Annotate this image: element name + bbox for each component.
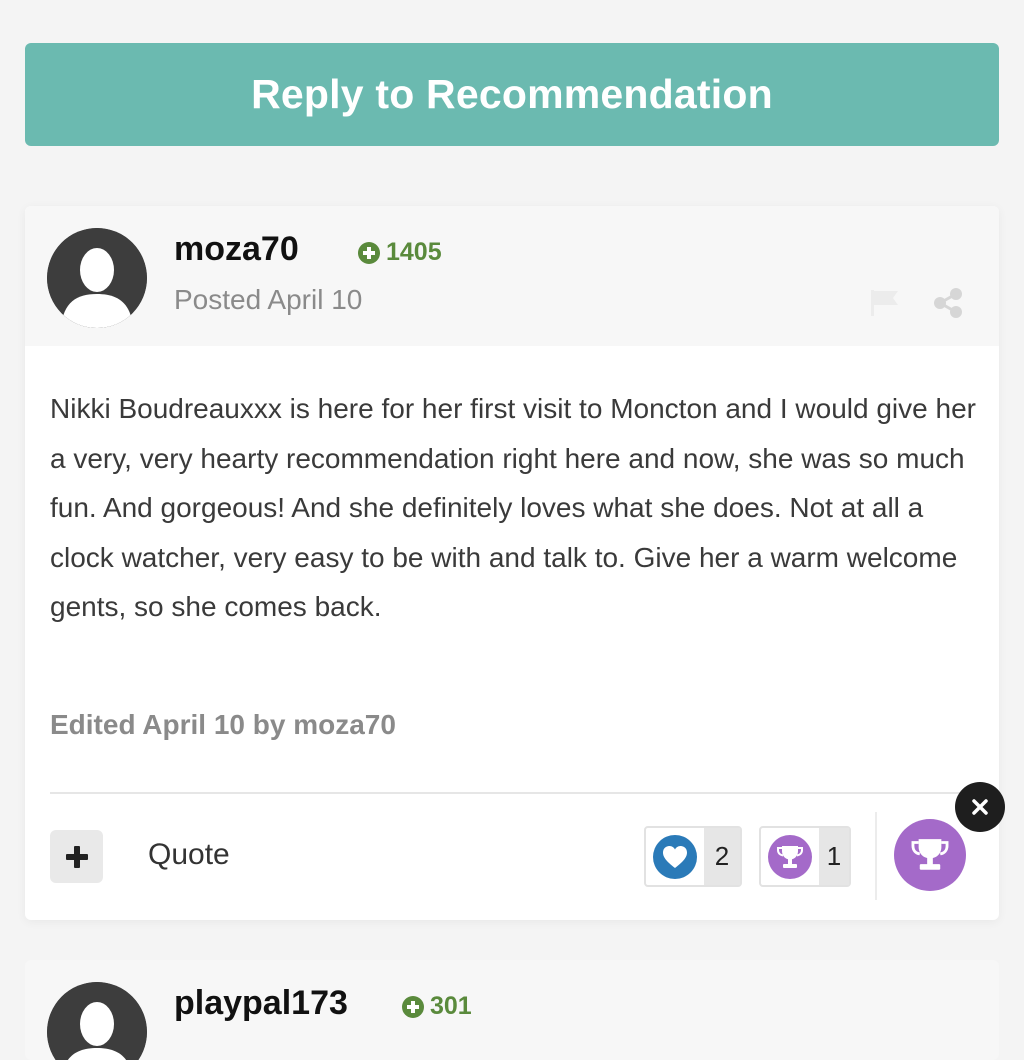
plus-circle-icon	[358, 241, 380, 264]
avatar[interactable]	[47, 228, 147, 328]
reaction-count: 1	[819, 828, 849, 885]
post-content: Nikki Boudreauxxx is here for her first …	[50, 393, 976, 622]
reputation-count: 1405	[386, 238, 442, 266]
edited-note: Edited April 10 by moza70	[50, 709, 396, 740]
close-icon	[972, 799, 988, 815]
reputation-badge: 301	[402, 992, 472, 1021]
multiquote-button[interactable]	[50, 830, 103, 883]
trophy-icon	[911, 839, 949, 870]
avatar[interactable]	[47, 982, 147, 1060]
username[interactable]: playpal173	[174, 984, 348, 1023]
reaction-heart[interactable]: 2	[644, 826, 742, 887]
default-avatar-icon	[47, 228, 147, 328]
plus-icon	[65, 845, 88, 868]
reputation-count: 301	[430, 992, 472, 1020]
reputation-badge: 1405	[358, 238, 442, 267]
flag-icon[interactable]	[868, 288, 902, 318]
trophy-icon	[768, 834, 812, 879]
reply-to-recommendation-button[interactable]: Reply to Recommendation	[25, 43, 999, 146]
close-button[interactable]	[955, 782, 1005, 832]
post: playpal173 301	[25, 960, 999, 1060]
heart-icon	[653, 834, 697, 879]
reaction-trophy[interactable]: 1	[759, 826, 851, 887]
reaction-count: 2	[704, 828, 740, 885]
react-button[interactable]	[894, 819, 966, 891]
default-avatar-icon	[47, 982, 147, 1060]
post-header: moza70 1405 Posted April 10	[25, 206, 999, 346]
post: moza70 1405 Posted April 10 Nikki Boudre…	[25, 206, 999, 920]
divider	[875, 812, 877, 900]
username[interactable]: moza70	[174, 230, 299, 269]
divider	[50, 792, 980, 794]
share-icon[interactable]	[931, 286, 965, 320]
plus-circle-icon	[402, 995, 424, 1018]
quote-button[interactable]: Quote	[148, 838, 230, 872]
posted-date: Posted April 10	[174, 284, 363, 315]
